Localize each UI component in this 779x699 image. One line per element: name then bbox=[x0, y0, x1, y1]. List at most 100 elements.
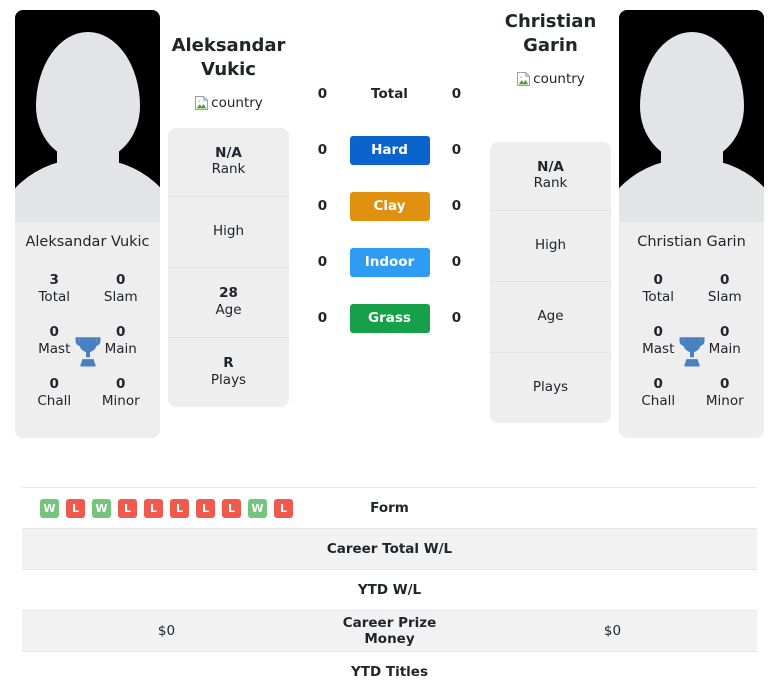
row-right-cell bbox=[468, 569, 757, 611]
surface-badge-clay: Clay bbox=[349, 191, 430, 221]
surface-row-total: 0 Total 0 bbox=[289, 66, 490, 122]
left-player-heading: Aleksandar Vukic country bbox=[168, 10, 289, 111]
form-badge-loss: L bbox=[118, 498, 137, 518]
table-row-career-total-wl: Career Total W/L bbox=[22, 528, 757, 570]
left-info-column: Aleksandar Vukic country N/A Rank High 2… bbox=[168, 0, 289, 407]
form-badge-win: W bbox=[40, 498, 59, 518]
form-badge-loss: L bbox=[144, 498, 163, 518]
right-player-titles-grid: 0 Total 0 Slam 0 Mast 0 Main 0 Chall 0 M… bbox=[619, 264, 764, 438]
row-right-cell: $0 bbox=[468, 610, 757, 652]
right-player-heading: Christian Garin country bbox=[490, 10, 611, 87]
table-row-ytd-titles: YTD Titles bbox=[22, 651, 757, 693]
row-label: Career Total W/L bbox=[311, 528, 468, 570]
info-item-age: 28 Age bbox=[168, 267, 289, 337]
surface-row-grass: 0 Grass 0 bbox=[289, 290, 490, 346]
right-player-flag-row: country bbox=[490, 71, 611, 87]
info-item-rank: N/A Rank bbox=[490, 142, 611, 211]
row-label: YTD Titles bbox=[311, 651, 468, 693]
surface-left-value: 0 bbox=[317, 142, 328, 158]
avatar-head bbox=[35, 32, 140, 160]
row-label: Career Prize Money bbox=[311, 610, 468, 652]
table-row-career-prize-money: $0 Career Prize Money $0 bbox=[22, 610, 757, 652]
row-left-cell bbox=[22, 569, 311, 611]
surface-right-value: 0 bbox=[451, 310, 462, 326]
right-player-flag-alt: country bbox=[533, 70, 585, 87]
form-badge-list: WLWLLLLLWL bbox=[32, 498, 301, 518]
info-item-high: High bbox=[490, 210, 611, 281]
surface-right-value: 0 bbox=[451, 86, 462, 102]
row-label: Form bbox=[311, 487, 468, 529]
info-label: Rank bbox=[533, 175, 568, 192]
row-right-cell bbox=[468, 487, 757, 529]
titles-label: Minor bbox=[705, 392, 744, 409]
info-value: N/A bbox=[215, 144, 242, 161]
surface-row-indoor: 0 Indoor 0 bbox=[289, 234, 490, 290]
form-badge-loss: L bbox=[196, 498, 215, 518]
titles-cell: 0 Total bbox=[625, 264, 692, 316]
titles-label: Slam bbox=[103, 289, 138, 306]
left-player-photo-name: Aleksandar Vukic bbox=[25, 234, 150, 250]
info-label: High bbox=[212, 223, 245, 240]
info-value: N/A bbox=[537, 158, 564, 175]
titles-value: 0 bbox=[720, 375, 730, 392]
titles-value: 0 bbox=[720, 272, 730, 289]
info-value: R bbox=[223, 354, 234, 371]
surface-left-value: 0 bbox=[317, 86, 328, 102]
left-player-column: Aleksandar Vukic 3 Total 0 Slam 0 Mast 0… bbox=[0, 0, 168, 438]
left-player-avatar bbox=[15, 10, 160, 222]
titles-cell: 0 Minor bbox=[692, 368, 759, 420]
titles-cell: 0 Slam bbox=[88, 264, 155, 316]
titles-value: 0 bbox=[653, 272, 663, 289]
player-comparison-page: Aleksandar Vukic 3 Total 0 Slam 0 Mast 0… bbox=[0, 0, 779, 699]
titles-value: 3 bbox=[49, 272, 59, 289]
top-comparison-area: Aleksandar Vukic 3 Total 0 Slam 0 Mast 0… bbox=[0, 0, 779, 485]
surface-left-value: 0 bbox=[317, 310, 328, 326]
right-player-avatar bbox=[619, 10, 764, 222]
broken-image-icon bbox=[194, 95, 210, 111]
right-player-photo-card: Christian Garin 0 Total 0 Slam 0 Mast 0 … bbox=[619, 10, 764, 438]
info-label: Rank bbox=[211, 161, 246, 178]
form-badge-loss: L bbox=[274, 498, 293, 518]
surface-comparison-column: 0 Total 0 0 Hard 0 0 Clay 0 0 Indoor 0 0 bbox=[289, 0, 490, 346]
titles-label: Total bbox=[642, 289, 675, 306]
surface-badge-hard: Hard bbox=[349, 135, 430, 165]
info-label: Plays bbox=[532, 379, 569, 396]
info-label: Age bbox=[215, 302, 242, 319]
row-left-cell: WLWLLLLLWL bbox=[22, 487, 311, 529]
surface-row-hard: 0 Hard 0 bbox=[289, 122, 490, 178]
titles-cell: 0 Slam bbox=[692, 264, 759, 316]
right-info-column: Christian Garin country N/A Rank High Ag… bbox=[490, 0, 611, 423]
form-badge-loss: L bbox=[66, 498, 85, 518]
surface-right-value: 0 bbox=[451, 254, 462, 270]
info-label: High bbox=[534, 237, 567, 254]
row-left-cell bbox=[22, 651, 311, 693]
titles-cell: 0 Minor bbox=[88, 368, 155, 420]
titles-cell: 0 Chall bbox=[21, 368, 88, 420]
titles-value: 0 bbox=[116, 272, 126, 289]
right-player-column: Christian Garin 0 Total 0 Slam 0 Mast 0 … bbox=[611, 0, 779, 438]
info-item-age: Age bbox=[490, 281, 611, 352]
surface-right-value: 0 bbox=[451, 142, 462, 158]
trophy-icon bbox=[677, 334, 707, 368]
surface-right-value: 0 bbox=[451, 198, 462, 214]
row-label: YTD W/L bbox=[311, 569, 468, 611]
left-player-flag-alt: country bbox=[211, 94, 263, 111]
form-badge-win: W bbox=[248, 498, 267, 518]
surface-badge-indoor: Indoor bbox=[349, 247, 430, 277]
avatar-head bbox=[639, 32, 744, 160]
titles-label: Chall bbox=[641, 392, 676, 409]
info-item-plays: R Plays bbox=[168, 336, 289, 407]
info-item-rank: N/A Rank bbox=[168, 128, 289, 197]
trophy-icon bbox=[73, 334, 103, 368]
left-player-info-card: N/A Rank High 28 Age R Plays bbox=[168, 127, 289, 407]
right-player-name-line1: Christian bbox=[504, 11, 597, 32]
right-player-name-line2: Garin bbox=[523, 35, 578, 57]
titles-value: 0 bbox=[49, 375, 59, 392]
broken-image-icon bbox=[516, 71, 532, 87]
surface-badge-total: Total bbox=[371, 85, 408, 102]
table-row-form: WLWLLLLLWL Form bbox=[22, 487, 757, 529]
info-label: Plays bbox=[210, 371, 247, 388]
surface-left-value: 0 bbox=[317, 198, 328, 214]
info-label: Age bbox=[537, 308, 564, 325]
left-player-photo-card: Aleksandar Vukic 3 Total 0 Slam 0 Mast 0… bbox=[15, 10, 160, 438]
